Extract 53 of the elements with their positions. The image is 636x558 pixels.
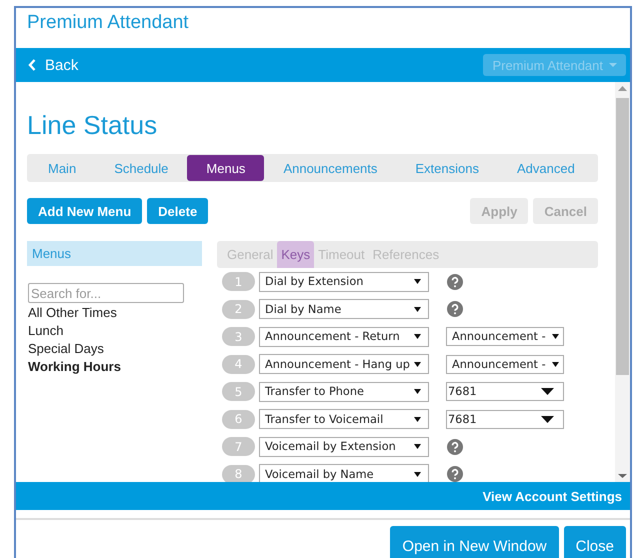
action-select[interactable]: Announcement - Hang up <box>259 354 429 374</box>
help-icon[interactable] <box>447 274 463 290</box>
caret-icon <box>541 388 554 396</box>
sub-tab[interactable]: Keys <box>277 241 314 268</box>
action-select[interactable]: Dial by Extension <box>259 272 429 292</box>
tab[interactable]: Menus <box>187 155 264 181</box>
menu-list-item[interactable]: All Other Times <box>27 303 117 321</box>
chevron-left-icon <box>28 59 36 71</box>
action-select[interactable]: Announcement - Return <box>259 326 429 347</box>
caret-icon <box>414 334 421 340</box>
help-icon[interactable] <box>447 438 463 455</box>
tab[interactable]: Extensions <box>396 155 498 181</box>
action-select[interactable]: Dial by Name <box>259 299 429 320</box>
tab[interactable]: Main <box>29 155 96 181</box>
extension-combo[interactable]: 7681 <box>446 410 564 429</box>
menu-list-item[interactable]: Working Hours <box>27 357 121 375</box>
option-select[interactable]: Announcement - <box>446 354 564 374</box>
panel-heading: Menus <box>27 241 202 266</box>
caret-icon <box>414 472 421 477</box>
extension-combo[interactable]: 7681 <box>446 382 564 402</box>
menu-list-item[interactable]: Lunch <box>27 321 64 339</box>
action-button[interactable]: Add New Menu <box>27 198 142 224</box>
action-select[interactable]: Transfer to Voicemail <box>259 409 429 430</box>
action-button[interactable]: Delete <box>147 198 208 224</box>
page-title: Line Status <box>27 110 158 141</box>
footer-button[interactable]: Close <box>564 526 626 558</box>
search-field[interactable]: Search for... <box>28 283 184 303</box>
menu-list-item[interactable]: Special Days <box>27 339 104 357</box>
caret-icon <box>414 389 421 394</box>
action-select[interactable]: Voicemail by Extension <box>259 436 429 457</box>
caret-icon <box>414 444 421 450</box>
caret-icon <box>414 362 421 367</box>
option-select[interactable]: Announcement - <box>446 327 564 346</box>
tab[interactable]: Announcements <box>264 155 396 181</box>
window-title: Premium Attendant <box>27 12 189 33</box>
caret-icon <box>609 63 617 67</box>
account-settings-link[interactable]: View Account Settings <box>482 488 622 504</box>
caret-icon <box>552 362 559 367</box>
tab[interactable]: Schedule <box>95 155 188 181</box>
help-icon[interactable] <box>447 466 463 482</box>
footer-button[interactable]: Open in New Window <box>390 526 559 558</box>
tab[interactable]: Advanced <box>498 155 594 181</box>
caret-icon <box>552 334 559 340</box>
caret-icon <box>414 279 421 284</box>
help-icon[interactable] <box>447 301 463 318</box>
action-select[interactable]: Voicemail by Name <box>259 464 429 482</box>
scrollbar[interactable] <box>615 82 630 482</box>
back-button[interactable]: Back <box>28 56 78 74</box>
caret-icon <box>541 416 554 423</box>
scroll-thumb[interactable] <box>616 98 629 375</box>
caret-icon <box>414 416 421 422</box>
caret-icon <box>414 306 421 312</box>
action-select[interactable]: Transfer to Phone <box>259 382 429 402</box>
